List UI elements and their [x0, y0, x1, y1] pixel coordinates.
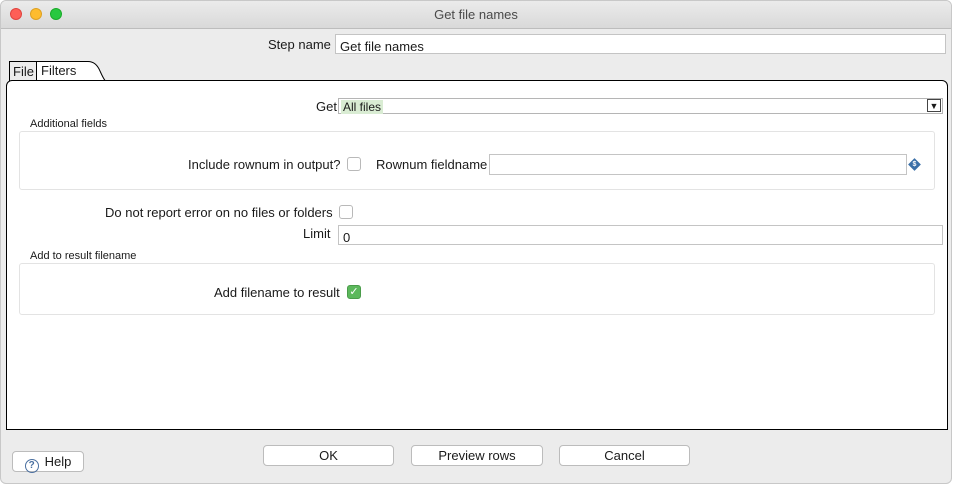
cancel-button[interactable]: Cancel [559, 445, 690, 466]
include-rownum-label: Include rownum in output? [188, 157, 341, 172]
ok-button[interactable]: OK [263, 445, 394, 466]
rownum-fieldname-label: Rownum fieldname [376, 157, 488, 172]
title-bar: Get file names [1, 1, 951, 29]
checkmark-icon: ✓ [349, 286, 359, 298]
limit-input[interactable]: 0 [338, 225, 943, 245]
help-button-label: Help [44, 454, 72, 469]
get-select[interactable]: All files ▼ [338, 98, 943, 114]
add-filename-checkbox[interactable]: ✓ [347, 285, 361, 299]
triangle-down-icon[interactable]: ▼ [927, 99, 941, 112]
add-filename-label: Add filename to result [214, 285, 340, 300]
tab-container: File Filters Get All files ▼ Additional … [6, 59, 948, 430]
variable-dollar-icon[interactable]: $ [908, 158, 921, 171]
window-title: Get file names [434, 7, 518, 22]
dialog-window: Get file names Step name Get file names … [0, 0, 952, 484]
add-to-result-group: Add filename to result ✓ [19, 263, 935, 315]
add-to-result-title: Add to result filename [30, 250, 137, 262]
step-name-label: Step name [268, 37, 331, 52]
no-error-checkbox[interactable] [339, 205, 353, 219]
additional-fields-title: Additional fields [30, 118, 108, 130]
step-name-input[interactable]: Get file names [335, 34, 946, 54]
preview-rows-button[interactable]: Preview rows [411, 445, 543, 466]
additional-fields-group: Include rownum in output? Rownum fieldna… [19, 131, 935, 190]
get-label: Get [316, 99, 337, 114]
limit-label: Limit [303, 226, 331, 241]
tab-filters[interactable]: Filters [37, 61, 76, 81]
include-rownum-checkbox[interactable] [347, 157, 361, 171]
help-button[interactable]: ? Help [12, 451, 84, 473]
filters-panel: Get All files ▼ Additional fields Includ… [6, 80, 948, 430]
get-selected-value: All files [341, 100, 384, 114]
rownum-fieldname-input[interactable] [489, 154, 907, 175]
question-circle-icon: ? [24, 459, 39, 473]
tab-file[interactable]: File [9, 61, 38, 81]
no-error-label: Do not report error on no files or folde… [105, 205, 333, 220]
